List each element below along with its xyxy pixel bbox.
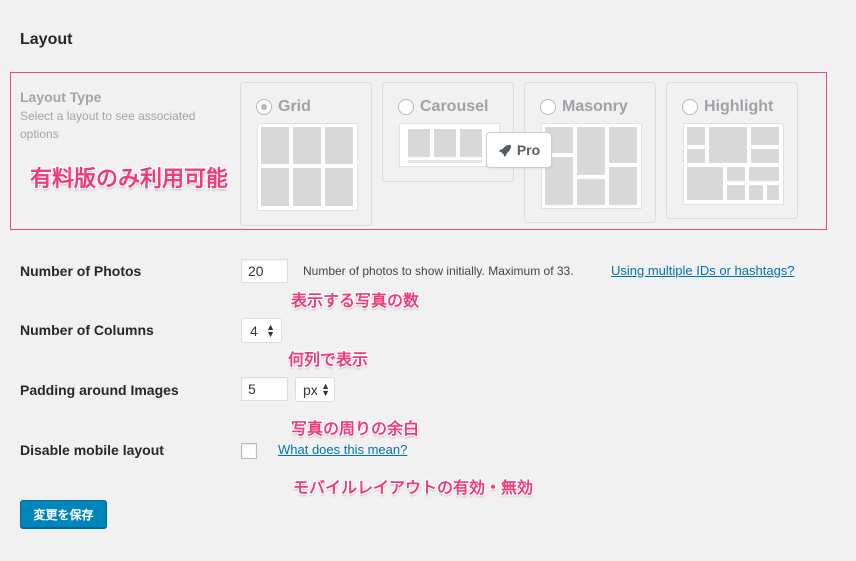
photos-help: Number of photos to show initially. Maxi… xyxy=(303,264,574,278)
padding-input[interactable]: 5 xyxy=(241,377,288,401)
mobile-label: Disable mobile layout xyxy=(20,442,164,458)
masonry-label: Masonry xyxy=(562,98,628,115)
grid-thumbnail xyxy=(257,123,358,211)
grid-radio[interactable] xyxy=(256,99,272,115)
carousel-label: Carousel xyxy=(420,98,489,115)
layout-option-grid[interactable]: Grid xyxy=(240,82,372,226)
annotation-paid-only: 有料版のみ利用可能 xyxy=(30,166,229,191)
columns-label: Number of Columns xyxy=(20,322,154,338)
updown-arrow-icon: ▲ ▼ xyxy=(266,321,275,339)
photos-input[interactable]: 20 xyxy=(241,259,288,283)
annotation-mobile: モバイルレイアウトの有効・無効 xyxy=(293,480,534,497)
annotation-photos: 表示する写真の数 xyxy=(291,293,420,310)
highlight-radio[interactable] xyxy=(682,99,698,115)
layout-option-highlight[interactable]: Highlight xyxy=(666,82,798,219)
section-title: Layout xyxy=(20,31,73,48)
annotation-columns: 何列で表示 xyxy=(288,352,369,369)
save-changes-button[interactable]: 変更を保存 xyxy=(20,500,107,528)
padding-unit-select[interactable]: px ▲ ▼ xyxy=(295,377,335,402)
mobile-checkbox[interactable] xyxy=(241,443,257,459)
columns-value: 4 xyxy=(250,322,258,339)
layout-type-title: Layout Type xyxy=(20,89,102,105)
photos-label: Number of Photos xyxy=(20,263,142,279)
padding-unit-value: px xyxy=(303,381,318,398)
masonry-thumbnail xyxy=(541,123,642,209)
pro-badge-label: Pro xyxy=(516,142,541,158)
multiple-ids-link[interactable]: Using multiple IDs or hashtags? xyxy=(611,263,795,278)
what-does-this-mean-link[interactable]: What does this mean? xyxy=(278,442,407,457)
layout-type-description: Select a layout to see associated option… xyxy=(20,109,196,141)
annotation-padding: 写真の周りの余白 xyxy=(291,421,420,438)
carousel-radio[interactable] xyxy=(398,99,414,115)
masonry-radio[interactable] xyxy=(540,99,556,115)
padding-label: Padding around Images xyxy=(20,382,179,398)
carousel-thumbnail xyxy=(399,123,500,167)
grid-label: Grid xyxy=(278,98,311,115)
highlight-label: Highlight xyxy=(704,98,774,115)
highlight-thumbnail xyxy=(683,123,784,205)
columns-select[interactable]: 4 ▲ ▼ xyxy=(241,318,282,343)
pro-badge[interactable]: Pro xyxy=(486,132,552,168)
updown-arrow-icon: ▲ ▼ xyxy=(321,380,330,398)
rocket-icon xyxy=(498,144,511,157)
